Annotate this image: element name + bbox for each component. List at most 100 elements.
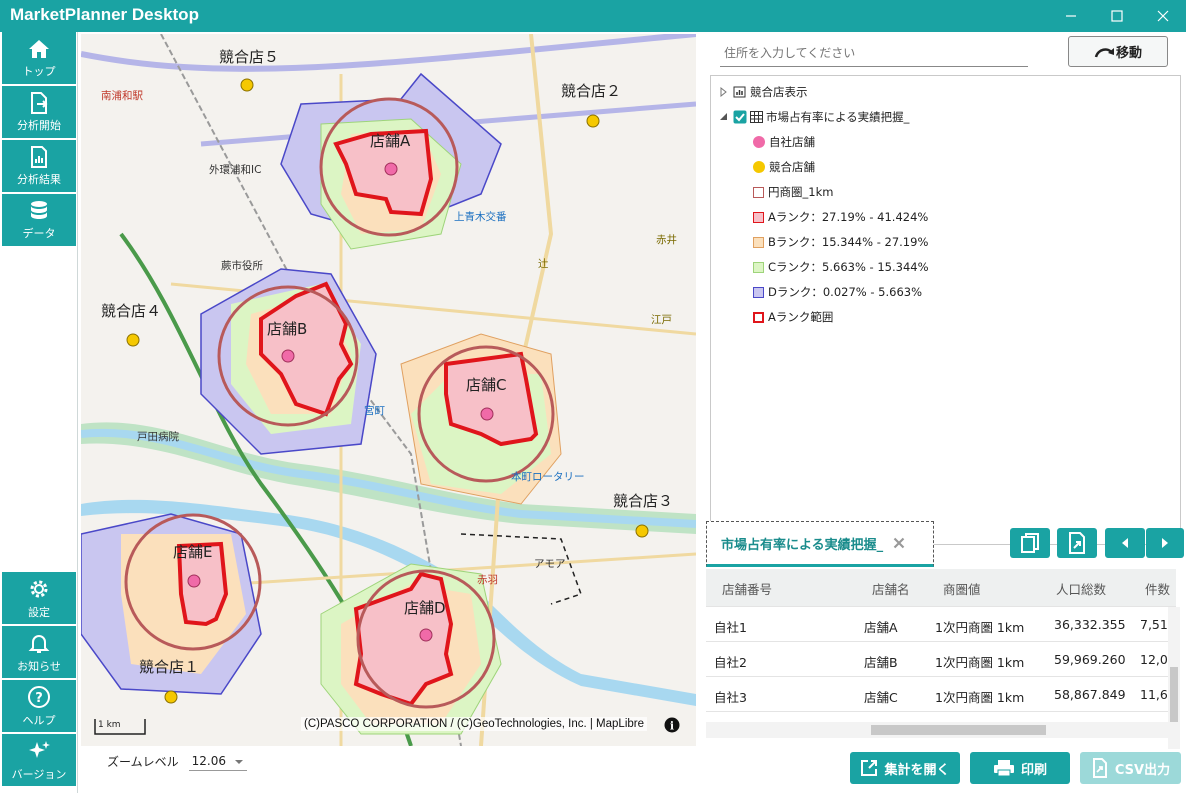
place-label: 外環浦和IC bbox=[209, 164, 262, 176]
map-view[interactable]: 店舗A 店舗B 店舗C 店舗D 店舗E 競合店５ 競合店２ 競合店４ 競合店３ … bbox=[81, 34, 696, 746]
chart-layer-icon bbox=[733, 86, 746, 98]
nav-data[interactable]: データ bbox=[2, 194, 76, 246]
road bbox=[81, 34, 696, 72]
own-store-swatch bbox=[753, 136, 765, 148]
horizontal-scrollbar[interactable] bbox=[706, 722, 1176, 738]
competitor-5-marker[interactable] bbox=[240, 78, 254, 92]
competitor-3-marker[interactable] bbox=[635, 524, 649, 538]
csv-file-icon bbox=[1092, 758, 1107, 778]
move-button[interactable]: 移動 bbox=[1068, 36, 1168, 67]
tab-market-share[interactable]: 市場占有率による実績把握_ bbox=[706, 521, 934, 567]
store-e-marker[interactable] bbox=[187, 574, 201, 588]
gear-icon bbox=[30, 580, 48, 597]
table-layer-icon bbox=[750, 111, 763, 123]
nav-settings[interactable]: 設定 bbox=[2, 572, 76, 624]
nav-help[interactable]: ? ヘルプ bbox=[2, 680, 76, 732]
column-header[interactable]: 店舗番号 bbox=[722, 579, 772, 598]
store-c-marker[interactable] bbox=[480, 407, 494, 421]
competitor-label: 競合店２ bbox=[561, 82, 622, 100]
competitor-1-marker[interactable] bbox=[164, 690, 178, 704]
cell: 1次円商圏 1km bbox=[935, 690, 1025, 705]
nav-settings-label: 設定 bbox=[28, 605, 50, 619]
database-icon bbox=[31, 200, 47, 219]
maximize-icon[interactable] bbox=[1094, 0, 1140, 32]
print-button[interactable]: 印刷 bbox=[970, 752, 1070, 784]
nav-version-label: バージョン bbox=[11, 767, 67, 781]
place-label: 赤井 bbox=[656, 234, 677, 246]
address-search-input[interactable] bbox=[720, 39, 1028, 67]
info-icon[interactable]: i bbox=[664, 717, 680, 733]
store-a-marker[interactable] bbox=[384, 162, 398, 176]
export-icon bbox=[1069, 532, 1085, 554]
legend-item-a-rank-range: Aランク範囲 bbox=[753, 309, 833, 325]
nav-top[interactable]: トップ bbox=[2, 32, 76, 84]
csv-export-button[interactable]: CSV出力 bbox=[1080, 752, 1181, 784]
scroll-thumb[interactable] bbox=[1170, 667, 1178, 722]
competitor-2-marker[interactable] bbox=[586, 114, 600, 128]
print-label: 印刷 bbox=[1020, 762, 1047, 778]
open-summary-button[interactable]: 集計を開く bbox=[850, 752, 960, 784]
previous-button[interactable] bbox=[1105, 528, 1145, 558]
app-title: MarketPlanner Desktop bbox=[10, 5, 199, 24]
store-b-marker[interactable] bbox=[281, 349, 295, 363]
table-row[interactable]: 自社2 店舗B 1次円商圏 1km 59,969.260 12,06 bbox=[706, 642, 1176, 677]
legend-item-label: Aランク：27.19% - 41.424% bbox=[768, 210, 929, 224]
analysis-start-icon bbox=[31, 91, 48, 114]
chevron-right-icon bbox=[1162, 538, 1168, 548]
column-header[interactable]: 商圏値 bbox=[943, 579, 981, 598]
competitor-4-marker[interactable] bbox=[126, 333, 140, 347]
checkbox-checked-icon[interactable] bbox=[733, 110, 747, 124]
cell: 1次円商圏 1km bbox=[935, 620, 1025, 635]
place-label: 南浦和駅 bbox=[101, 90, 143, 102]
result-tab-bar: 市場占有率による実績把握_ bbox=[706, 521, 1184, 569]
store-label: 店舗D bbox=[404, 599, 446, 617]
column-header[interactable]: 店舗名 bbox=[872, 579, 910, 598]
nav-version[interactable]: バージョン bbox=[2, 734, 76, 786]
tree-node-label: 市場占有率による実績把握_ bbox=[766, 110, 910, 124]
copy-button[interactable] bbox=[1010, 528, 1050, 558]
competitor-label: 競合店３ bbox=[613, 492, 674, 510]
minimize-icon[interactable] bbox=[1048, 0, 1094, 32]
next-button[interactable] bbox=[1146, 528, 1184, 558]
csv-export-label: CSV出力 bbox=[1114, 762, 1171, 778]
nav-analysis-start[interactable]: 分析開始 bbox=[2, 86, 76, 138]
open-summary-label: 集計を開く bbox=[884, 762, 950, 778]
table-row[interactable]: 自社1 店舗A 1次円商圏 1km 36,332.355 7,51 bbox=[706, 607, 1176, 642]
move-label: 移動 bbox=[1115, 46, 1142, 61]
zoom-select[interactable]: 12.06 bbox=[188, 752, 247, 771]
nav-analysis-result-label: 分析結果 bbox=[17, 172, 61, 186]
column-header[interactable]: 件数 bbox=[1145, 579, 1170, 598]
circle-swatch bbox=[753, 186, 764, 198]
open-external-icon bbox=[861, 760, 878, 776]
cell: 36,332.355 bbox=[1054, 617, 1126, 632]
collapse-arrow-icon[interactable] bbox=[719, 112, 729, 122]
a-rank-swatch bbox=[753, 211, 764, 223]
store-label: 店舗A bbox=[370, 132, 411, 150]
store-d-marker[interactable] bbox=[419, 628, 433, 642]
place-label: 蕨市役所 bbox=[221, 260, 263, 272]
copy-icon bbox=[1021, 533, 1039, 553]
competitor-swatch bbox=[753, 161, 765, 173]
nav-top-label: トップ bbox=[22, 64, 56, 78]
cell: 自社1 bbox=[714, 620, 747, 635]
nav-analysis-result[interactable]: 分析結果 bbox=[2, 140, 76, 192]
legend-item-label: Dランク：0.027% - 5.663% bbox=[768, 285, 923, 299]
nav-help-label: ヘルプ bbox=[22, 713, 56, 727]
svg-text:i: i bbox=[670, 720, 674, 733]
table-row[interactable]: 自社3 店舗C 1次円商圏 1km 58,867.849 11,68 bbox=[706, 677, 1176, 712]
store-label: 店舗C bbox=[466, 376, 507, 394]
close-tab-icon[interactable] bbox=[893, 537, 905, 549]
export-sheet-button[interactable] bbox=[1057, 528, 1097, 558]
cell: 7,51 bbox=[1140, 617, 1168, 632]
sidebar: トップ 分析開始 分析結果 データ 設定 お知らせ ? ヘルプ バージョン bbox=[0, 32, 78, 793]
nav-notice[interactable]: お知らせ bbox=[2, 626, 76, 678]
expand-arrow-icon[interactable] bbox=[719, 87, 729, 97]
place-label: アモア bbox=[534, 558, 566, 570]
legend-item-circle-1km: 円商圏_1km bbox=[753, 184, 833, 200]
close-icon[interactable] bbox=[1140, 0, 1186, 32]
column-header[interactable]: 人口総数 bbox=[1056, 579, 1106, 598]
legend-item-label: 円商圏_1km bbox=[768, 185, 834, 199]
tree-node-competitor-display[interactable]: 競合店表示 bbox=[719, 84, 808, 100]
scroll-thumb[interactable] bbox=[871, 725, 1046, 735]
tree-node-market-share[interactable]: 市場占有率による実績把握_ bbox=[719, 109, 909, 125]
